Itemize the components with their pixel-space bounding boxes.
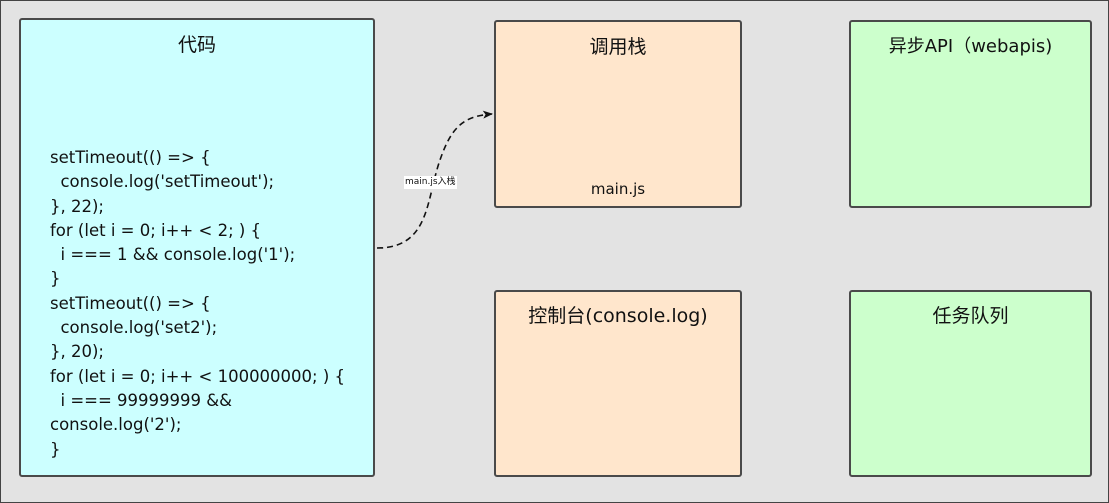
code-line: } <box>50 269 61 289</box>
code-line: i === 99999999 && <box>50 390 232 410</box>
code-line: } <box>50 439 61 459</box>
console-panel[interactable]: 控制台(console.log) <box>494 290 742 477</box>
code-line: for (let i = 0; i++ < 100000000; ) { <box>50 366 346 386</box>
code-line: setTimeout(() => { <box>50 148 211 167</box>
code-line: }, 22); <box>50 196 104 216</box>
code-panel-title: 代码 <box>177 34 216 56</box>
call-stack-title: 调用栈 <box>589 36 647 58</box>
code-line: for (let i = 0; i++ < 2; ) { <box>50 220 262 240</box>
code-line: }, 20); <box>50 342 104 362</box>
console-panel-title: 控制台(console.log) <box>528 305 708 327</box>
code-line: console.log('2'); <box>50 415 182 435</box>
web-apis-title: 异步API（webapis) <box>888 36 1053 57</box>
call-stack-panel[interactable]: 调用栈 main.js <box>494 20 742 208</box>
stack-frame-main-js: main.js <box>590 180 646 198</box>
code-panel[interactable]: 代码 setTimeout(() => { console.log('setTi… <box>19 18 375 477</box>
task-queue-title: 任务队列 <box>932 305 1009 327</box>
code-line: setTimeout(() => { <box>50 293 211 313</box>
code-line: console.log('set2'); <box>50 318 218 338</box>
code-lines: setTimeout(() => { console.log('setTimeo… <box>50 146 345 462</box>
edge-label: main.js入栈 <box>404 176 457 189</box>
code-line: i === 1 && console.log('1'); <box>50 245 296 265</box>
web-apis-panel[interactable]: 异步API（webapis) <box>849 20 1092 208</box>
task-queue-panel[interactable]: 任务队列 <box>849 290 1092 477</box>
code-line: console.log('setTimeout'); <box>50 172 275 192</box>
